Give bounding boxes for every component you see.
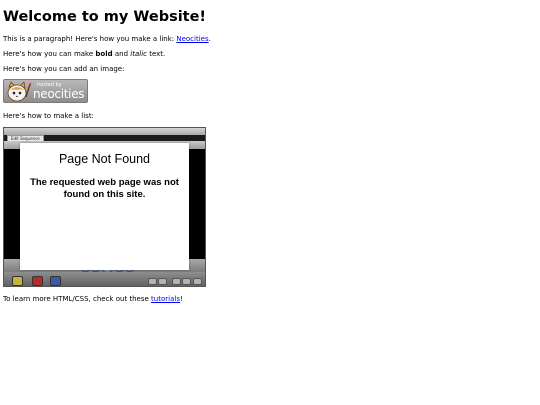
bold-end-text: text. [146,50,166,58]
badge-big-text: neocities [33,87,85,101]
tutorials-link[interactable]: tutorials [151,295,180,303]
page-title: Welcome to my Website! [3,9,207,25]
intro-paragraph: This is a paragraph! Here's how you make… [3,34,211,44]
page-not-found-panel: Page Not Found The requested web page wa… [20,143,189,270]
editor-small-button [158,278,167,285]
editor-small-button [148,278,157,285]
bold-mid-text: and [112,50,131,58]
editor-blue-button [50,276,61,286]
editor-yellow-button [12,276,23,286]
formatting-paragraph: Here's how you can make bold and italic … [3,49,165,59]
image-intro: Here's how you can add an image: [3,65,125,73]
bold-pre-text: Here's how you can make [3,50,96,58]
editor-small-button [182,278,191,285]
neocities-link[interactable]: Neocities [176,35,208,43]
editor-titlebar [4,128,205,135]
italic-word: italic [130,50,147,58]
page: Welcome to my Website! This is a paragra… [0,0,540,405]
not-found-title: Page Not Found [58,152,151,166]
neocities-cat-icon [7,81,31,102]
editor-small-button [193,278,202,285]
learn-end-text: ! [179,295,183,303]
bold-word: bold [95,50,113,58]
learn-more-paragraph: To learn more HTML/CSS, check out these … [3,294,183,304]
list-intro: Here's how to make a list: [3,112,94,120]
neocities-badge[interactable]: hosted by neocities [3,79,88,103]
intro-end: . [208,35,211,43]
intro-text: This is a paragraph! Here's how you make… [3,35,177,43]
learn-pre-text: To learn more HTML/CSS, check out these [3,295,152,303]
editor-red-button [32,276,43,286]
editor-small-button [172,278,181,285]
not-found-message: The requested web page was not found on … [30,177,179,200]
